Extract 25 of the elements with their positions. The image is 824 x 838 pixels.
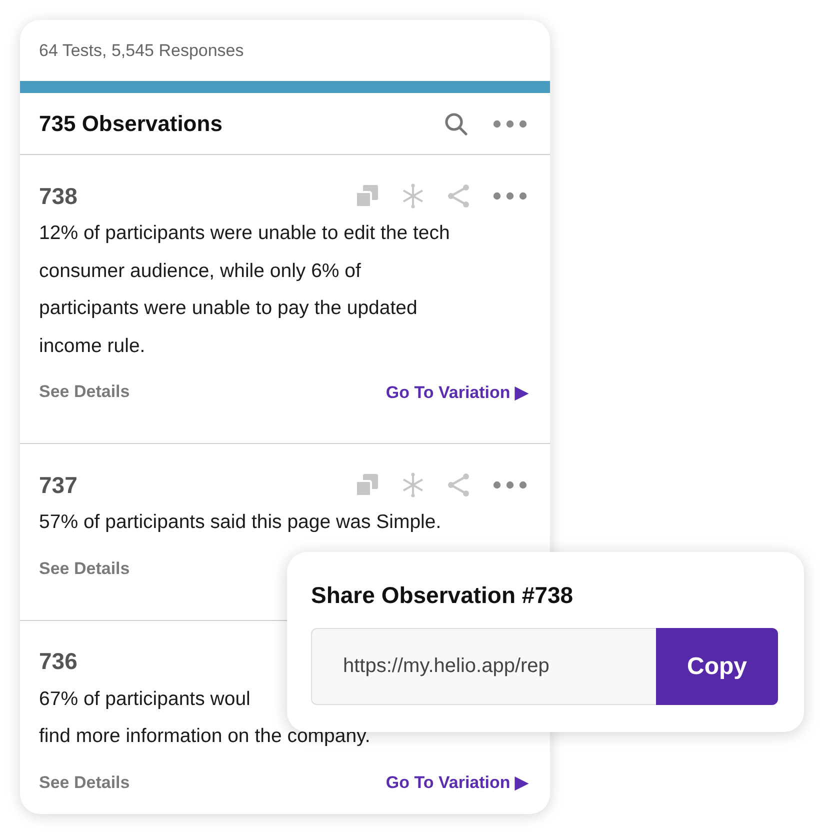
observation-text: 12% of participants were unable to edit the tech consumer audience, while only 6% of participants were unable to pay the updated income rule. xyxy=(39,221,451,358)
panel-title: 735 Observations xyxy=(39,110,222,136)
observation-number: 737 xyxy=(39,472,78,498)
share-icon[interactable] xyxy=(446,472,472,498)
search-icon[interactable] xyxy=(444,112,468,136)
observation-number: 738 xyxy=(39,182,78,210)
copy-button[interactable]: Copy xyxy=(656,628,778,705)
observation-text: 57% of participants said this page was Simple. xyxy=(39,510,442,535)
more-icon[interactable] xyxy=(492,118,528,128)
see-details-link[interactable]: See Details xyxy=(39,382,130,402)
copy-icon[interactable] xyxy=(354,472,380,498)
summary-text: 64 Tests, 5,545 Responses xyxy=(39,40,244,60)
see-details-link[interactable]: See Details xyxy=(39,558,130,578)
see-details-link[interactable]: See Details xyxy=(39,772,130,792)
asterisk-icon[interactable] xyxy=(400,472,426,498)
observation-number: 736 xyxy=(39,648,78,675)
asterisk-icon[interactable] xyxy=(400,183,426,209)
url-field[interactable]: https://my.helio.app/rep xyxy=(311,628,656,705)
go-to-variation-link[interactable]: Go To Variation ▶ xyxy=(386,772,528,793)
copy-icon[interactable] xyxy=(354,183,380,209)
more-icon[interactable] xyxy=(492,480,528,490)
share-icon[interactable] xyxy=(446,183,472,209)
more-icon[interactable] xyxy=(492,191,528,201)
go-to-variation-link[interactable]: Go To Variation ▶ xyxy=(386,382,528,402)
popup-title: Share Observation #738 xyxy=(311,581,574,610)
